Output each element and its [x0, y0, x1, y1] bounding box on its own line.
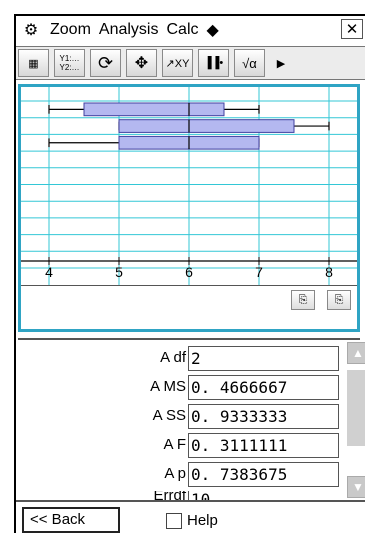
result-value-field[interactable]: 0. 7383675 [188, 462, 339, 487]
boxplot-graph: 4 5 6 7 8 [21, 87, 357, 285]
help-checkbox[interactable] [166, 513, 182, 529]
menu-zoom[interactable]: Zoom [46, 16, 95, 44]
scrollbar[interactable]: ▲ ▼ [347, 342, 365, 498]
toolbar-more-icon[interactable]: ▶ [270, 49, 292, 77]
scroll-up-icon[interactable]: ▲ [347, 342, 365, 364]
scroll-thumb[interactable] [347, 370, 365, 446]
x-tick-label: 6 [185, 264, 193, 280]
menu-analysis[interactable]: Analysis [95, 16, 163, 44]
menu-bar: ⚙ Zoom Analysis Calc ◆ ✕ [16, 16, 365, 44]
result-value-field[interactable]: 10 [188, 491, 338, 500]
x-tick-label: 7 [255, 264, 263, 280]
result-value-field[interactable]: 0. 9333333 [188, 404, 339, 429]
result-value-field[interactable]: 0. 3111111 [188, 433, 339, 458]
box [83, 102, 225, 117]
bottom-bar: << Back Help [16, 500, 365, 533]
graph-editor-icon[interactable]: Y1:… Y2:… [54, 49, 85, 77]
result-row: A MS 0. 4666667 [18, 375, 339, 400]
box [118, 119, 295, 133]
close-icon[interactable]: ✕ [341, 19, 363, 39]
result-label: A df [160, 349, 186, 366]
spreadsheet-icon[interactable]: ▦ [18, 49, 49, 77]
stat-graph-icon[interactable]: ▐▐• [198, 49, 229, 77]
toolbar: ▦ Y1:… Y2:… ⟳ ✥ ↗XY ▐▐• √α ▶ [16, 46, 365, 80]
redraw-icon[interactable]: ⟳ [90, 49, 121, 77]
auto-fit-icon[interactable]: ✥ [126, 49, 157, 77]
scroll-down-icon[interactable]: ▼ [347, 476, 365, 498]
result-label: Errdf [153, 491, 186, 500]
result-label: A SS [152, 407, 186, 424]
result-row: A F 0. 3111111 [18, 433, 339, 458]
x-tick-label: 5 [115, 264, 123, 280]
result-row: A SS 0. 9333333 [18, 404, 339, 429]
result-row: A p 0. 7383675 [18, 462, 339, 487]
menu-diamond[interactable]: ◆ [203, 16, 223, 44]
app-window: ⚙ Zoom Analysis Calc ◆ ✕ ▦ Y1:… Y2:… ⟳ ✥… [14, 14, 365, 533]
result-label: A F [163, 436, 186, 453]
result-row: Errdf 10 [18, 491, 338, 500]
graph-window[interactable]: 4 5 6 7 8 ⎘ ⎘ [18, 84, 360, 332]
result-label: A p [164, 465, 186, 482]
x-tick-label: 8 [325, 264, 333, 280]
trace-xy-icon[interactable]: ↗XY [162, 49, 193, 77]
result-value-field[interactable]: 2 [188, 346, 339, 371]
result-value-field[interactable]: 0. 4666667 [188, 375, 339, 400]
results-panel: A df 2 A MS 0. 4666667 A SS 0. 9333333 A… [18, 338, 365, 500]
graph-status-strip: ⎘ ⎘ [21, 285, 357, 329]
x-tick-label: 4 [45, 264, 53, 280]
result-row: A df 2 [18, 346, 339, 371]
help-label: Help [187, 512, 218, 529]
result-label: A MS [150, 378, 186, 395]
copy-icon[interactable]: ⎘ [291, 290, 315, 310]
back-button[interactable]: << Back [22, 507, 120, 533]
menu-calc[interactable]: Calc [162, 16, 202, 44]
paste-icon[interactable]: ⎘ [327, 290, 351, 310]
main-calc-icon[interactable]: √α [234, 49, 265, 77]
settings-gear-icon[interactable]: ⚙ [16, 16, 46, 44]
